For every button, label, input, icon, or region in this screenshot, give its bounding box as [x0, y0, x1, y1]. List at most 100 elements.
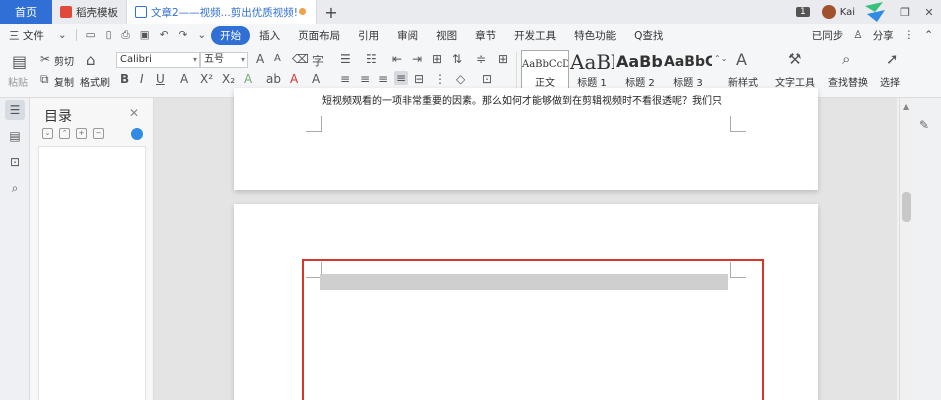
print-icon[interactable]: ⎙: [116, 29, 134, 42]
chevron-down-icon[interactable]: ⌄: [53, 29, 72, 41]
collapse-icon[interactable]: ⌃: [59, 128, 70, 139]
superscript-icon[interactable]: X²: [200, 72, 213, 86]
decrease-indent-icon[interactable]: ⇤: [392, 52, 402, 66]
style-heading-3[interactable]: AaBbC 标题 3: [664, 50, 712, 92]
paste-label[interactable]: 粘贴: [8, 74, 28, 89]
char-shading-icon[interactable]: A: [312, 72, 320, 86]
preview-icon[interactable]: ▣: [135, 29, 155, 41]
vertical-scrollbar[interactable]: ▲: [899, 98, 913, 400]
chevron-down-icon[interactable]: ⌄: [192, 29, 211, 41]
window-count-badge[interactable]: 1: [795, 7, 810, 17]
select-label[interactable]: 选择: [880, 74, 900, 89]
scroll-thumb[interactable]: [902, 192, 911, 222]
strikethrough-icon[interactable]: A: [180, 72, 188, 86]
close-icon[interactable]: ✕: [917, 6, 941, 19]
subscript-icon[interactable]: X₂: [222, 72, 235, 86]
increase-indent-icon[interactable]: ⇥: [412, 52, 422, 66]
cursor-icon[interactable]: ➚: [886, 50, 899, 68]
border-icon[interactable]: ⊡: [482, 72, 492, 86]
pages-icon[interactable]: ▤: [5, 126, 25, 146]
phonetic-icon[interactable]: 字: [312, 52, 324, 69]
page[interactable]: [234, 204, 818, 400]
align-center-icon[interactable]: ≡: [360, 72, 370, 86]
page[interactable]: 短视频观看的一项非常重要的因素。那么如何才能够做到在剪辑视频时不看很透呢？我们只: [234, 88, 818, 190]
close-icon[interactable]: ✕: [129, 106, 139, 120]
menu-features[interactable]: 特色功能: [565, 28, 625, 43]
search-icon[interactable]: ⌕: [842, 50, 850, 68]
menu-start[interactable]: 开始: [211, 25, 251, 45]
redo-icon[interactable]: ↷: [174, 29, 193, 41]
share-button[interactable]: 分享: [873, 28, 894, 43]
avatar[interactable]: [821, 5, 836, 19]
clear-format-icon[interactable]: ⌫: [292, 52, 309, 66]
search-button[interactable]: Q查找: [625, 28, 672, 43]
align-right-icon[interactable]: ≡: [378, 72, 388, 86]
menu-view[interactable]: 视图: [427, 28, 466, 43]
justify-icon[interactable]: ≡: [394, 71, 409, 85]
search-icon[interactable]: ⌕: [5, 178, 25, 198]
font-name-select[interactable]: Calibri: [116, 52, 200, 68]
remove-icon[interactable]: −: [93, 128, 104, 139]
user-name[interactable]: Kai: [840, 7, 855, 18]
toc-toggle-icon[interactable]: [131, 128, 143, 140]
text-tools-label[interactable]: 文字工具: [775, 74, 815, 89]
style-heading-2[interactable]: AaBb( 标题 2: [616, 50, 664, 92]
expand-icon[interactable]: ⌄: [42, 128, 53, 139]
chinese-layout-icon[interactable]: ⊞: [432, 52, 442, 66]
italic-icon[interactable]: I: [140, 72, 144, 86]
menu-developer[interactable]: 开发工具: [505, 28, 565, 43]
sync-status[interactable]: 已同步: [812, 28, 844, 43]
table-icon[interactable]: ⊞: [498, 52, 508, 66]
cut-label[interactable]: 剪切: [54, 53, 74, 68]
more-icon[interactable]: ⋮: [904, 29, 915, 41]
bold-icon[interactable]: B: [120, 72, 129, 86]
bullet-list-icon[interactable]: ☰: [340, 52, 351, 66]
copy-label[interactable]: 复制: [54, 74, 74, 89]
menu-page-layout[interactable]: 页面布局: [289, 28, 349, 43]
copy-icon[interactable]: ⧉: [40, 72, 49, 87]
find-replace-label[interactable]: 查找替换: [828, 74, 868, 89]
new-style-icon[interactable]: A: [736, 50, 747, 69]
bookmark-icon[interactable]: ⊡: [5, 152, 25, 172]
pen-icon[interactable]: ✎: [919, 118, 935, 134]
sort-icon[interactable]: ⇅: [452, 52, 462, 66]
menu-references[interactable]: 引用: [349, 28, 388, 43]
number-list-icon[interactable]: ☷: [366, 52, 377, 66]
shading-icon[interactable]: ◇: [456, 72, 465, 86]
styles-scroll-icon[interactable]: ⌃⌄: [714, 54, 727, 63]
paste-icon[interactable]: ▤: [12, 52, 27, 71]
wrench-icon[interactable]: ⚒: [788, 50, 801, 68]
collapse-ribbon-icon[interactable]: ⌃: [924, 29, 933, 41]
text-effect-icon[interactable]: A: [244, 72, 252, 86]
highlight-icon[interactable]: ab: [266, 72, 281, 86]
document-canvas[interactable]: 短视频观看的一项非常重要的因素。那么如何才能够做到在剪辑视频时不看很透呢？我们只: [154, 88, 897, 400]
toc-list-icon[interactable]: ☰: [5, 100, 25, 120]
style-normal[interactable]: AaBbCcDd 正文: [521, 50, 569, 92]
new-style-label[interactable]: 新样式: [728, 74, 758, 89]
menu-insert[interactable]: 插入: [250, 28, 289, 43]
open-icon[interactable]: ▯: [101, 29, 117, 41]
format-painter-icon[interactable]: ⌂: [86, 51, 96, 69]
tab-template[interactable]: 稻壳模板: [52, 0, 127, 24]
distribute-icon[interactable]: ⊟: [414, 72, 424, 86]
grow-font-icon[interactable]: A: [256, 52, 264, 66]
undo-icon[interactable]: ↶: [155, 29, 174, 41]
collaborate-icon[interactable]: ♙: [853, 29, 862, 41]
save-icon[interactable]: ▭: [81, 29, 101, 41]
font-color-icon[interactable]: A: [290, 72, 298, 86]
shrink-font-icon[interactable]: A: [274, 53, 281, 64]
paragraph-spacing-icon[interactable]: ⋮: [434, 72, 446, 86]
menu-file[interactable]: 三 文件: [0, 28, 53, 43]
line-spacing-icon[interactable]: ≑: [476, 52, 486, 66]
style-heading-1[interactable]: AaBl 标题 1: [570, 50, 614, 92]
align-left-icon[interactable]: ≡: [340, 72, 350, 86]
tab-document[interactable]: 文章2——视频...剪出优质视频!: [127, 0, 317, 24]
menu-section[interactable]: 章节: [466, 28, 505, 43]
scissors-icon[interactable]: ✂: [40, 52, 50, 66]
scroll-up-icon[interactable]: ▲: [903, 102, 909, 111]
menu-review[interactable]: 审阅: [388, 28, 427, 43]
add-icon[interactable]: +: [76, 128, 87, 139]
format-painter-label[interactable]: 格式刷: [80, 74, 110, 89]
new-tab-button[interactable]: +: [317, 0, 345, 24]
font-size-select[interactable]: 五号: [200, 52, 248, 68]
